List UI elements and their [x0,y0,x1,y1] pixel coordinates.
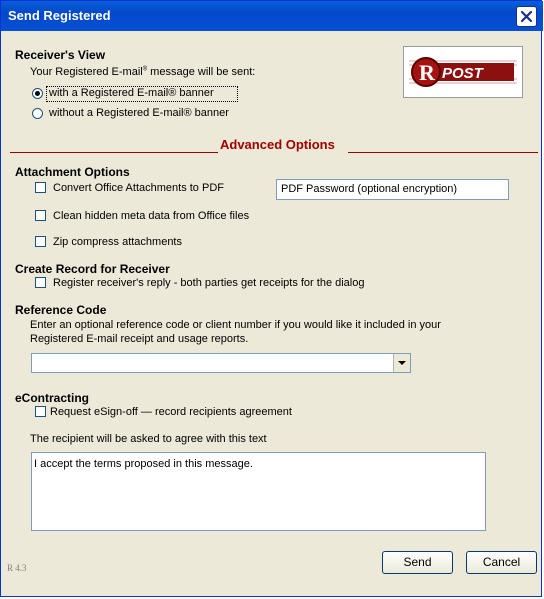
radio-without-banner[interactable] [32,108,43,119]
convert-pdf-checkbox[interactable] [35,182,46,193]
dialog-body: Receiver's View Your Registered E-mail® … [4,31,539,595]
rpost-logo: R POST [403,46,523,98]
esign-checkbox[interactable] [35,406,46,417]
chevron-down-icon [398,361,406,365]
radio-with-banner[interactable] [32,88,43,99]
advanced-divider-right [348,152,538,153]
receivers-view-heading: Receiver's View [15,48,106,62]
cancel-button[interactable]: Cancel [466,551,537,574]
close-icon [520,10,533,23]
pdf-password-value: PDF Password (optional encryption) [281,183,458,195]
reference-code-heading: Reference Code [15,303,107,317]
create-record-heading: Create Record for Receiver [15,262,170,276]
agreement-text: I accept the terms proposed in this mess… [34,458,253,470]
intro-after: message will be sent: [147,66,256,78]
radio-without-banner-label[interactable]: without a Registered E-mail® banner [49,107,229,119]
send-registered-dialog: Send Registered Receiver's View Your Reg… [0,0,543,597]
send-button[interactable]: Send [382,551,453,574]
reference-code-combobox[interactable] [31,353,411,373]
econtracting-heading: eContracting [15,391,90,405]
clean-meta-checkbox[interactable] [35,210,46,221]
receivers-view-intro: Your Registered E-mail® message will be … [30,66,255,78]
agree-prompt: The recipient will be asked to agree wit… [30,433,267,445]
logo-text: POST [442,65,485,82]
zip-checkbox[interactable] [35,236,46,247]
logo-letter: R [419,60,436,85]
rpost-logo-graphic: R POST [409,57,517,87]
reference-code-description-1: Enter an optional reference code or clie… [30,319,441,331]
pdf-password-field[interactable]: PDF Password (optional encryption) [276,179,509,200]
radio-selected-dot [35,91,40,96]
esign-label[interactable]: Request eSign-off — record recipients ag… [50,406,292,418]
register-reply-label[interactable]: Register receiver's reply - both parties… [53,277,364,289]
register-reply-checkbox[interactable] [35,277,46,288]
radio-with-banner-label[interactable]: with a Registered E-mail® banner [49,87,214,99]
convert-pdf-label[interactable]: Convert Office Attachments to PDF [53,182,224,194]
window-title: Send Registered [8,8,111,23]
title-bar[interactable]: Send Registered [1,1,543,31]
agreement-textarea[interactable]: I accept the terms proposed in this mess… [31,452,486,531]
clean-meta-label[interactable]: Clean hidden meta data from Office files [53,210,249,222]
reference-code-dropdown-button[interactable] [393,354,410,372]
attachment-options-heading: Attachment Options [15,165,130,179]
zip-label[interactable]: Zip compress attachments [53,236,182,248]
reference-code-description-2: Registered E-mail receipt and usage repo… [30,333,249,345]
advanced-options-heading: Advanced Options [220,137,335,152]
close-button[interactable] [516,6,537,27]
intro-before: Your Registered E-mail [30,66,143,78]
advanced-divider-left [10,152,218,153]
version-label: R 4.3 [7,563,27,573]
